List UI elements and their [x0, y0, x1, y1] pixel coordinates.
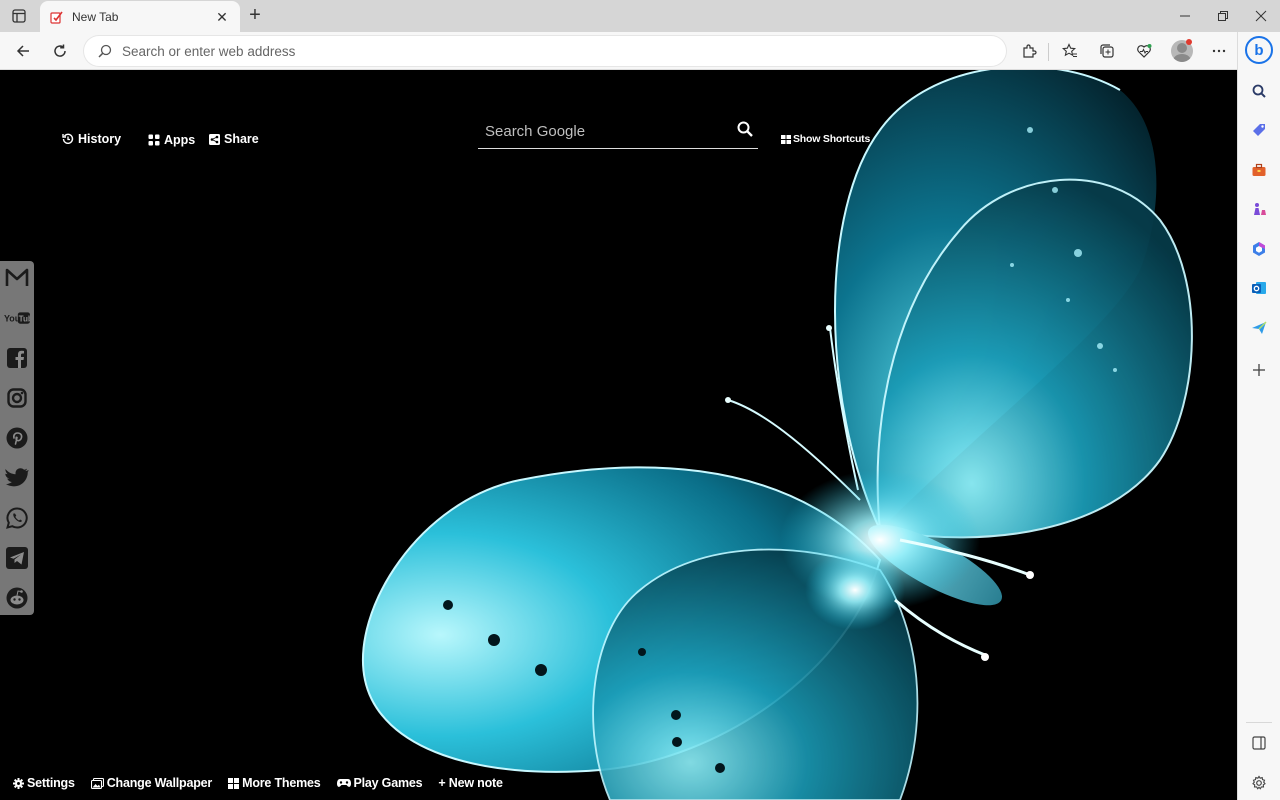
more-themes-link[interactable]: More Themes [228, 776, 321, 790]
bing-copilot-icon[interactable]: b [1245, 36, 1273, 64]
history-link[interactable]: History [62, 132, 121, 146]
change-wallpaper-link[interactable]: Change Wallpaper [90, 776, 213, 790]
svg-text:You: You [4, 313, 20, 323]
drop-send-icon[interactable] [1248, 317, 1270, 339]
wallpaper-image-icon [90, 777, 104, 789]
youtube-icon[interactable]: YouTube [4, 305, 30, 331]
facebook-icon[interactable] [4, 345, 30, 371]
minimize-icon[interactable] [1170, 6, 1200, 26]
tab-title: New Tab [72, 9, 119, 24]
history-label: History [78, 132, 122, 146]
whatsapp-icon[interactable] [4, 505, 30, 531]
new-note-label: + New note [438, 776, 503, 790]
google-search-input[interactable] [485, 119, 725, 143]
search-submit-icon[interactable] [736, 120, 754, 138]
twitter-icon[interactable] [4, 465, 30, 491]
shortcuts-grid-icon [781, 134, 791, 144]
microsoft-365-icon[interactable] [1248, 238, 1270, 260]
share-icon [209, 133, 220, 145]
more-themes-label: More Themes [242, 776, 321, 790]
instagram-icon[interactable] [4, 385, 30, 411]
share-label: Share [224, 132, 259, 146]
toolbar-divider [1048, 43, 1049, 61]
play-games-label: Play Games [353, 776, 423, 790]
settings-cog-icon [13, 777, 24, 789]
show-shortcuts-button[interactable]: Show Shortcuts [781, 133, 870, 145]
apps-label: Apps [164, 133, 196, 147]
pinterest-icon[interactable] [4, 425, 30, 451]
share-link[interactable]: Share [209, 132, 259, 146]
show-shortcuts-label: Show Shortcuts [793, 133, 871, 145]
themes-grid-icon [228, 777, 240, 789]
social-rail: YouTube [0, 261, 34, 615]
change-wallpaper-label: Change Wallpaper [106, 776, 213, 790]
address-search-icon [98, 44, 112, 58]
collections-icon[interactable] [1094, 39, 1120, 63]
gamepad-icon [336, 779, 351, 787]
close-window-icon[interactable] [1246, 6, 1276, 26]
refresh-icon[interactable] [47, 39, 73, 63]
telegram-icon[interactable] [4, 545, 30, 571]
more-menu-icon[interactable] [1206, 39, 1232, 63]
shopping-tag-icon[interactable] [1248, 119, 1270, 141]
new-note-link[interactable]: + New note [438, 776, 503, 790]
new-tab-button[interactable]: + [244, 5, 266, 27]
sidebar-divider [1246, 722, 1272, 723]
games-chess-icon[interactable] [1248, 198, 1270, 220]
settings-link[interactable]: Settings [13, 776, 75, 790]
bottom-bar: Settings Change Wallpaper More Themes Pl… [13, 776, 519, 790]
tools-briefcase-icon[interactable] [1248, 159, 1270, 181]
google-search-box [478, 113, 758, 149]
reddit-icon[interactable] [4, 585, 30, 611]
new-tab-page: History Apps Share Show Shortcuts YouTub… [0, 70, 1237, 800]
tab-strip: New Tab ✕ + [0, 0, 1280, 32]
back-arrow-icon[interactable] [10, 39, 36, 63]
newtab-favicon-icon [50, 11, 63, 24]
edge-sidebar: b [1237, 32, 1280, 800]
gmail-icon[interactable] [4, 265, 30, 291]
split-screen-icon[interactable] [1248, 732, 1270, 754]
search-icon[interactable] [1248, 80, 1270, 102]
extensions-puzzle-icon[interactable] [1016, 39, 1042, 63]
browser-toolbar [0, 32, 1280, 70]
tab-close-icon[interactable]: ✕ [214, 9, 230, 25]
address-input[interactable] [122, 43, 982, 59]
tab-new-tab[interactable]: New Tab ✕ [40, 1, 240, 32]
tab-actions-menu-icon[interactable] [8, 6, 30, 26]
outlook-icon[interactable] [1248, 277, 1270, 299]
settings-gear-icon[interactable] [1248, 772, 1270, 794]
apps-grid-icon [148, 134, 160, 146]
address-bar[interactable] [84, 36, 1006, 66]
favorites-star-icon[interactable] [1057, 39, 1083, 63]
browser-essentials-heart-icon[interactable] [1131, 39, 1157, 63]
play-games-link[interactable]: Play Games [336, 776, 423, 790]
profile-notification-dot [1186, 39, 1192, 45]
svg-text:Tube: Tube [19, 314, 30, 323]
add-icon[interactable] [1248, 359, 1270, 381]
apps-link[interactable]: Apps [148, 133, 195, 147]
butterfly-wallpaper [362, 70, 1193, 800]
restore-icon[interactable] [1208, 6, 1238, 26]
history-icon [62, 133, 74, 145]
settings-label: Settings [27, 776, 75, 790]
